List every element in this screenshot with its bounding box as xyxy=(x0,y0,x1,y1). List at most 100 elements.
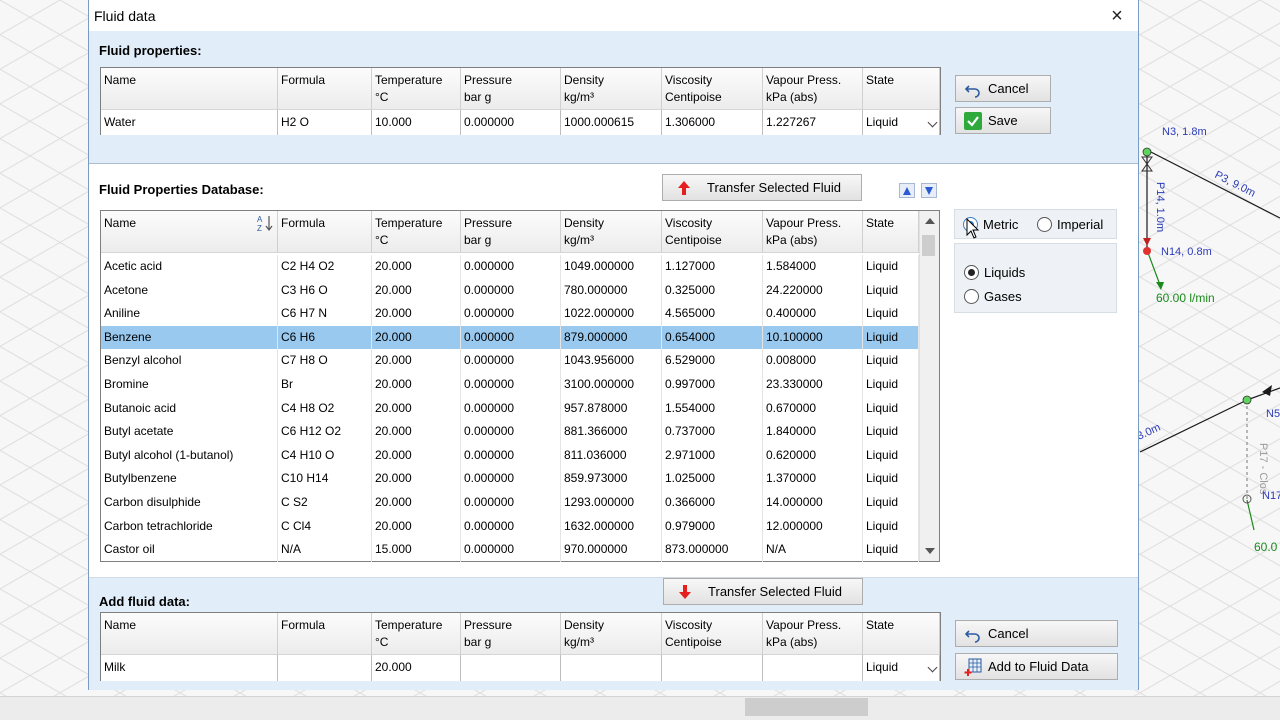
column-header[interactable]: Density kg/m³ xyxy=(561,211,662,253)
table-row[interactable]: Castor oil N/A 15.000 0.000000 970.000000 873… xyxy=(101,538,919,562)
grid-cell[interactable] xyxy=(561,655,662,681)
close-button[interactable]: × xyxy=(1104,3,1130,29)
grid-cell[interactable] xyxy=(763,655,863,681)
move-down-button[interactable] xyxy=(921,183,937,198)
column-header[interactable]: Viscosity Centipoise xyxy=(662,211,763,253)
column-header[interactable]: Pressure bar g xyxy=(461,211,561,253)
grid-header: Name Formula Temperature °C Pressure bar g Den… xyxy=(101,211,919,253)
column-header-title: Vapour Press. xyxy=(766,618,842,632)
column-header[interactable]: Formula xyxy=(278,68,372,110)
column-header[interactable]: Formula xyxy=(278,613,372,655)
imperial-radio[interactable]: Imperial xyxy=(1037,216,1103,234)
add-fluid-row[interactable]: Milk 20.000 Liquid xyxy=(101,655,940,681)
column-header[interactable]: Vapour Press. kPa (abs) xyxy=(763,613,863,655)
column-header-title: Temperature xyxy=(375,73,443,87)
radio-selected-icon xyxy=(964,265,979,280)
table-row[interactable]: Acetone C3 H6 O 20.000 0.000000 780.000000 0.… xyxy=(101,278,919,303)
column-header[interactable]: Vapour Press. kPa (abs) xyxy=(763,68,863,110)
scroll-thumb[interactable] xyxy=(922,235,935,256)
add-cancel-button[interactable]: Cancel xyxy=(955,620,1118,647)
move-up-button[interactable] xyxy=(899,183,915,198)
grid-cell: Liquid xyxy=(863,349,919,373)
grid-cell: 0.000000 xyxy=(461,255,561,279)
grid-cell[interactable] xyxy=(278,655,372,681)
grid-cell: 1.584000 xyxy=(763,255,863,279)
table-row[interactable]: Butylbenzene C10 H14 20.000 0.000000 859.973… xyxy=(101,467,919,491)
grid-cell: N/A xyxy=(278,538,372,562)
grid-cell: 20.000 xyxy=(372,302,461,326)
column-header-unit: Centipoise xyxy=(665,233,722,247)
grid-cell[interactable]: 10.000 xyxy=(372,110,461,135)
grid-cell: 23.330000 xyxy=(763,373,863,397)
table-row[interactable]: Butanoic acid C4 H8 O2 20.000 0.000000 957.8… xyxy=(101,396,919,421)
column-header[interactable]: State xyxy=(863,68,940,110)
column-header[interactable]: Viscosity Centipoise xyxy=(662,68,763,110)
undo-icon xyxy=(964,630,980,643)
table-row[interactable]: Aniline C6 H7 N 20.000 0.000000 1022.000000 4… xyxy=(101,302,919,326)
table-row[interactable]: Bromine Br 20.000 0.000000 3100.000000 0.9970… xyxy=(101,373,919,397)
table-row[interactable]: Carbon tetrachloride C Cl4 20.000 0.000000 1… xyxy=(101,514,919,539)
save-label: Save xyxy=(988,113,1018,128)
table-row[interactable]: Butyl acetate C6 H12 O2 20.000 0.000000 881.… xyxy=(101,420,919,444)
column-header[interactable]: Temperature °C xyxy=(372,613,461,655)
cancel-button[interactable]: Cancel xyxy=(955,75,1051,102)
column-header-title: Density xyxy=(564,73,605,87)
column-header[interactable]: Temperature °C xyxy=(372,211,461,253)
column-header[interactable]: Density kg/m³ xyxy=(561,613,662,655)
table-row[interactable]: Carbon disulphide C S2 20.000 0.000000 1293.… xyxy=(101,491,919,515)
gases-label: Gases xyxy=(984,289,1022,304)
grid-cell: 24.220000 xyxy=(763,278,863,303)
column-header[interactable]: Name xyxy=(101,613,278,655)
grid-cell[interactable]: 1.306000 xyxy=(662,110,763,135)
gases-radio[interactable]: Gases xyxy=(964,288,1022,306)
sort-az-icon[interactable]: A Z xyxy=(256,214,274,232)
horizontal-scrollbar[interactable] xyxy=(0,696,1280,720)
grid-cell[interactable]: 1000.000615 xyxy=(561,110,662,135)
grid-cell[interactable]: H2 O xyxy=(278,110,372,135)
grid-cell[interactable]: Water xyxy=(101,110,278,135)
grid-cell[interactable] xyxy=(662,655,763,681)
liquids-radio[interactable]: Liquids xyxy=(964,264,1025,282)
fluid-properties-row[interactable]: Water H2 O 10.000 0.000000 1000.000615 1.3060… xyxy=(101,110,940,135)
column-header[interactable]: Density kg/m³ xyxy=(561,68,662,110)
column-header[interactable]: Viscosity Centipoise xyxy=(662,613,763,655)
grid-cell[interactable]: 0.000000 xyxy=(461,110,561,135)
column-header-title: Pressure xyxy=(464,216,513,230)
fluid-database-grid: Name Formula Temperature °C Pressure bar g Den… xyxy=(100,210,940,562)
scroll-down-arrow-icon[interactable] xyxy=(925,548,935,554)
grid-cell[interactable]: 1.227267 xyxy=(763,110,863,135)
column-header-unit: kPa (abs) xyxy=(766,635,818,649)
node-label: N3, 1.8m xyxy=(1162,126,1207,138)
add-to-fluid-data-button[interactable]: Add to Fluid Data xyxy=(955,653,1118,680)
column-header[interactable]: State xyxy=(863,211,919,253)
column-header[interactable]: Formula xyxy=(278,211,372,253)
column-header[interactable]: State xyxy=(863,613,940,655)
grid-cell: 4.565000 xyxy=(662,302,763,326)
column-header[interactable]: Vapour Press. kPa (abs) xyxy=(763,211,863,253)
transfer-up-button[interactable]: Transfer Selected Fluid xyxy=(662,174,862,201)
database-vertical-scrollbar[interactable] xyxy=(919,211,939,561)
column-header[interactable]: Temperature °C xyxy=(372,68,461,110)
grid-cell[interactable]: Milk xyxy=(101,655,278,681)
column-header-title: Name xyxy=(104,618,137,632)
table-row[interactable]: Benzyl alcohol C7 H8 O 20.000 0.000000 1043.… xyxy=(101,349,919,373)
table-row[interactable]: Butyl alcohol (1-butanol) C4 H10 O 20.000 0… xyxy=(101,443,919,468)
grid-cell: 881.366000 xyxy=(561,420,662,444)
column-header-unit: bar g xyxy=(464,90,492,104)
add-fluid-label: Add fluid data: xyxy=(99,594,190,609)
grid-cell[interactable]: 20.000 xyxy=(372,655,461,681)
grid-header: Name Formula Temperature °C Pressure bar g Den… xyxy=(101,68,940,110)
column-header[interactable]: Pressure bar g xyxy=(461,613,561,655)
save-button[interactable]: Save xyxy=(955,107,1051,134)
column-header-unit: bar g xyxy=(464,635,492,649)
table-row[interactable]: Acetic acid C2 H4 O2 20.000 0.000000 1049.00… xyxy=(101,255,919,279)
transfer-down-button[interactable]: Transfer Selected Fluid xyxy=(663,578,863,605)
column-header[interactable]: Name xyxy=(101,68,278,110)
scroll-up-arrow-icon[interactable] xyxy=(925,218,935,224)
column-header[interactable]: Pressure bar g xyxy=(461,68,561,110)
column-header[interactable]: Name xyxy=(101,211,278,253)
table-row[interactable]: Benzene C6 H6 20.000 0.000000 879.000000 0.65… xyxy=(101,325,919,350)
horizontal-scroll-thumb[interactable] xyxy=(745,698,868,716)
grid-cell[interactable] xyxy=(461,655,561,681)
title-bar[interactable]: Fluid data × xyxy=(89,0,1138,31)
